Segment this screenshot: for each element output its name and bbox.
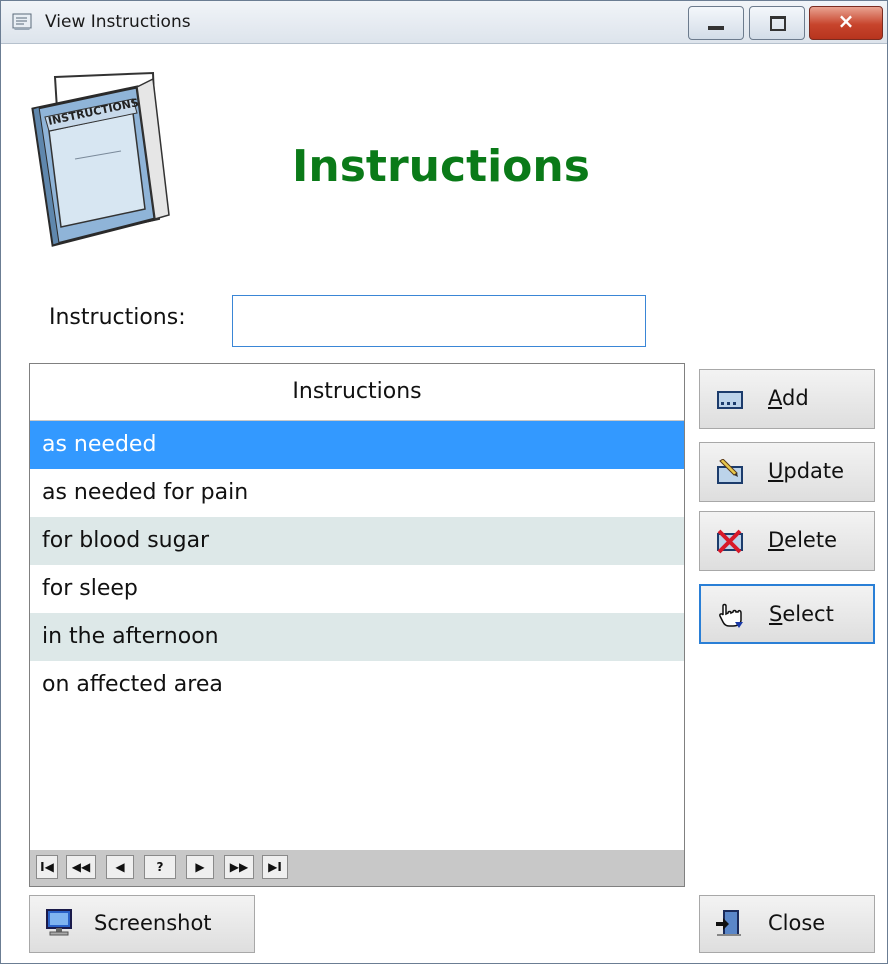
title-bar[interactable]: View Instructions × xyxy=(1,1,887,44)
exit-door-icon xyxy=(716,910,741,936)
close-button[interactable]: Close xyxy=(699,895,875,953)
instructions-label: Instructions: xyxy=(49,305,186,330)
record-navigator: I◀ ◀◀ ◀ ? ▶ ▶▶ ▶I xyxy=(30,850,684,886)
page-title: Instructions xyxy=(292,141,590,192)
next-page-button[interactable]: ▶▶ xyxy=(224,855,254,879)
app-window: View Instructions × INSTRUCTIONS Instruc… xyxy=(0,0,888,964)
select-accelerator: S xyxy=(769,602,783,626)
window-icon xyxy=(12,13,32,30)
delete-accelerator: D xyxy=(768,528,785,552)
add-label: dd xyxy=(782,386,809,410)
screenshot-button[interactable]: Screenshot xyxy=(29,895,255,953)
update-accelerator: U xyxy=(768,459,784,483)
close-icon: × xyxy=(837,9,855,33)
delete-label: elete xyxy=(784,528,837,552)
hand-pointer-icon xyxy=(719,603,743,628)
table-row[interactable]: as needed for pain xyxy=(30,469,684,517)
maximize-button[interactable] xyxy=(749,6,805,40)
minimize-button[interactable] xyxy=(688,6,744,40)
add-accelerator: A xyxy=(768,386,782,410)
instructions-grid[interactable]: Instructions as needed as needed for pai… xyxy=(29,363,685,887)
select-label: elect xyxy=(782,602,834,626)
maximize-icon xyxy=(770,16,786,31)
window-title: View Instructions xyxy=(45,12,191,32)
add-record-icon xyxy=(717,391,743,409)
table-row[interactable]: for sleep xyxy=(30,565,684,613)
screenshot-label: Screenshot xyxy=(94,911,212,935)
instructions-book-icon: INSTRUCTIONS xyxy=(31,71,170,247)
select-button[interactable]: Select xyxy=(699,584,875,644)
column-header-instructions[interactable]: Instructions xyxy=(30,364,684,421)
update-button[interactable]: Update xyxy=(699,442,875,502)
delete-button[interactable]: Delete xyxy=(699,511,875,571)
last-record-button[interactable]: ▶I xyxy=(262,855,288,879)
window-close-button[interactable]: × xyxy=(809,6,883,40)
instructions-input[interactable] xyxy=(232,295,646,347)
first-record-button[interactable]: I◀ xyxy=(36,855,58,879)
minimize-icon xyxy=(708,26,724,30)
add-button[interactable]: Add xyxy=(699,369,875,429)
prev-page-button[interactable]: ◀◀ xyxy=(66,855,96,879)
update-record-icon xyxy=(717,459,743,484)
close-label: Close xyxy=(768,911,826,935)
table-row[interactable]: in the afternoon xyxy=(30,613,684,661)
delete-record-icon xyxy=(717,529,743,554)
grid-rows: as needed as needed for pain for blood s… xyxy=(30,421,684,709)
table-row[interactable]: on affected area xyxy=(30,661,684,709)
record-number-button[interactable]: ? xyxy=(144,855,176,879)
update-label: pdate xyxy=(783,459,845,483)
table-row[interactable]: as needed xyxy=(30,421,684,469)
prev-record-button[interactable]: ◀ xyxy=(106,855,134,879)
monitor-icon xyxy=(46,909,72,936)
table-row[interactable]: for blood sugar xyxy=(30,517,684,565)
next-record-button[interactable]: ▶ xyxy=(186,855,214,879)
